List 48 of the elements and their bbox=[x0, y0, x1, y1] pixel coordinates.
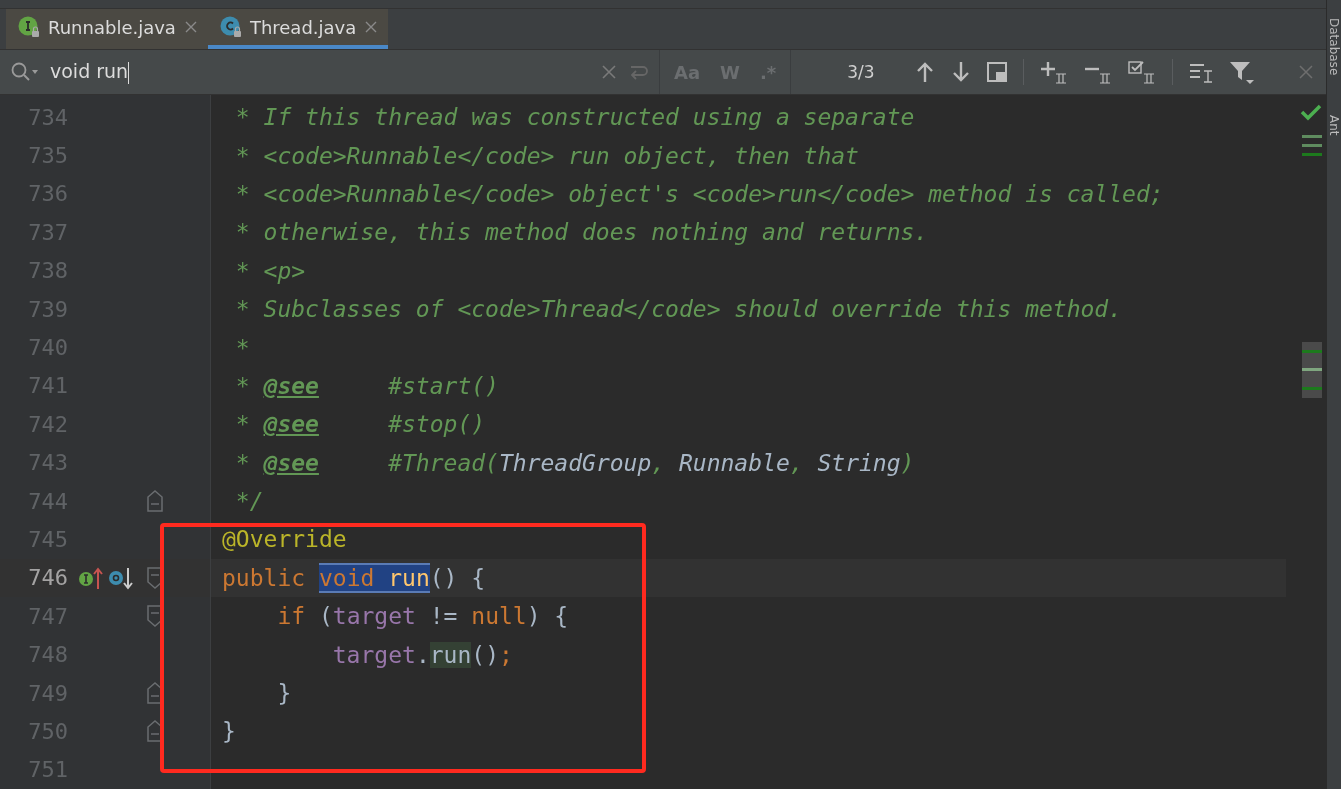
code-line: * <code>Runnable</code> run object, then that bbox=[234, 142, 859, 169]
code-line: * otherwise, this method does nothing and returns. bbox=[234, 219, 929, 246]
code-line: * If this thread was constructed using a separate bbox=[234, 104, 915, 131]
clear-icon[interactable] bbox=[601, 64, 617, 80]
interface-icon bbox=[18, 16, 40, 38]
code-line: * @see #start() bbox=[234, 372, 499, 399]
fold-end-marker-icon[interactable] bbox=[147, 490, 163, 513]
scrollbar-thumb[interactable] bbox=[1302, 342, 1322, 398]
tab-label: Runnable.java bbox=[48, 16, 176, 38]
close-icon[interactable] bbox=[183, 20, 198, 34]
close-icon[interactable] bbox=[364, 20, 379, 34]
implements-icon[interactable] bbox=[78, 565, 104, 590]
code-line: target.run(); bbox=[331, 641, 513, 668]
file-tab[interactable]: Runnable.java bbox=[6, 9, 208, 49]
fold-end-marker-icon[interactable] bbox=[147, 720, 163, 743]
search-icon[interactable] bbox=[10, 61, 40, 83]
search-field[interactable]: void run bbox=[50, 60, 591, 84]
check-icon bbox=[1300, 103, 1322, 121]
line-number: 746 bbox=[27, 565, 68, 591]
filter-icon[interactable] bbox=[1228, 60, 1255, 84]
overridden-icon[interactable] bbox=[108, 565, 134, 590]
tool-window-tab[interactable]: Database bbox=[1327, 18, 1341, 76]
code-line: * @see #stop() bbox=[234, 411, 486, 438]
code-line: if (target != null) { bbox=[276, 603, 569, 630]
tool-window-tab[interactable]: Ant bbox=[1327, 115, 1341, 136]
code-line: } bbox=[222, 718, 236, 745]
match-count: 3/3 bbox=[847, 62, 875, 82]
code-line: * <code>Runnable</code> object's <code>run</code> method is called; bbox=[234, 180, 1164, 207]
code-line: * <p> bbox=[234, 257, 306, 284]
add-occurrence-icon[interactable] bbox=[1039, 60, 1068, 84]
close-icon[interactable] bbox=[1298, 64, 1314, 80]
code-line: * @see #Thread(ThreadGroup, Runnable, String) bbox=[234, 449, 915, 476]
text-lines-icon[interactable] bbox=[1188, 61, 1213, 83]
arrow-down-icon[interactable] bbox=[950, 61, 971, 83]
code-line: public void run() { bbox=[222, 564, 486, 591]
code-line: * Subclasses of <code>Thread</code> should override this method. bbox=[234, 296, 1123, 323]
fold-marker-icon[interactable] bbox=[147, 566, 163, 589]
select-all-icon[interactable] bbox=[986, 62, 1007, 82]
code-line: */ bbox=[234, 488, 264, 515]
code-line: * bbox=[234, 334, 250, 361]
tab-label: Thread.java bbox=[249, 16, 357, 38]
code-line: @Override bbox=[222, 526, 347, 553]
class-icon bbox=[219, 16, 242, 38]
select-occurrences-icon[interactable] bbox=[1127, 60, 1156, 84]
fold-marker-icon[interactable] bbox=[147, 605, 163, 628]
fold-end-marker-icon[interactable] bbox=[147, 682, 163, 705]
code-line: } bbox=[276, 680, 292, 707]
file-tab[interactable]: Thread.java bbox=[207, 9, 389, 49]
